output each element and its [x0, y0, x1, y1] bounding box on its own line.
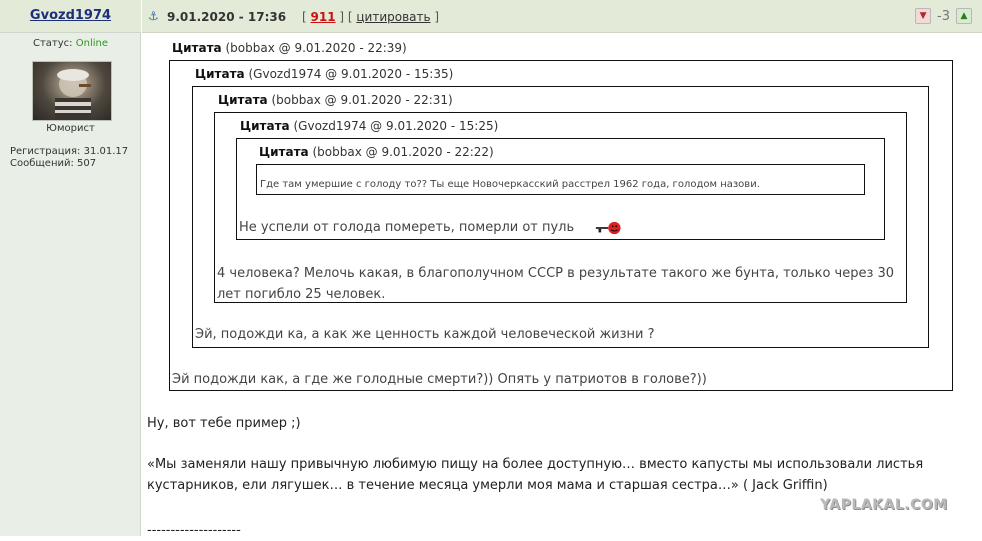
author-name-link[interactable]: Gvozd1974	[0, 8, 141, 23]
post-number-link[interactable]: 911	[311, 10, 336, 24]
rating-controls: ▼ -3 ▲	[915, 7, 972, 25]
avatar[interactable]	[32, 61, 112, 121]
thumb-up-icon[interactable]: ▲	[956, 8, 972, 24]
number-bracket-open: [	[302, 10, 311, 24]
rating-value: -3	[937, 8, 950, 24]
quote-1-text: Эй подожди как, а где же голодные смерти…	[172, 372, 707, 387]
quote-5-header: Цитата (bobbax @ 9.01.2020 - 22:22)	[259, 145, 494, 159]
shooting-smiley-icon	[595, 221, 621, 235]
quote-3-meta: (bobbax @ 9.01.2020 - 22:31)	[271, 93, 453, 107]
quote-5-text: Где там умершие с голоду то?? Ты еще Нов…	[260, 179, 760, 190]
quote-4-meta: (Gvozd1974 @ 9.01.2020 - 15:25)	[293, 119, 499, 133]
user-status: Статус: Online	[0, 38, 141, 49]
quote-bracket-close: ]	[430, 10, 440, 24]
site-watermark: YAPLAKAL.COM	[820, 497, 948, 513]
quote-2-header: Цитата (Gvozd1974 @ 9.01.2020 - 15:35)	[195, 67, 453, 81]
user-title: Юморист	[46, 123, 95, 134]
quote-3-text-line-1: 4 человека? Мелочь какая, в благополучно…	[217, 266, 895, 281]
quote-2-label: Цитата	[195, 67, 245, 81]
body-line-2: «Мы заменяли нашу привычную любимую пищу…	[147, 457, 924, 472]
quote-bracket-open: [	[344, 10, 357, 24]
body-line-1: Ну, вот тебе пример ;)	[147, 416, 301, 431]
post-content: Цитата (bobbax @ 9.01.2020 - 22:39) Цита…	[142, 34, 982, 538]
quote-button[interactable]: цитировать	[356, 10, 430, 24]
quote-4-header: Цитата (Gvozd1974 @ 9.01.2020 - 15:25)	[240, 119, 498, 133]
quote-3-text-line-2: лет погибло 25 человек.	[217, 287, 386, 302]
post-header: ⚓ 9.01.2020 - 17:36 [ 911 ] [ цитировать…	[142, 0, 982, 33]
anchor-icon[interactable]: ⚓	[148, 9, 159, 23]
author-cell: Gvozd1974	[0, 0, 141, 33]
post-count: Сообщений: 507	[10, 158, 97, 169]
post-links: [ 911 ] [ цитировать ]	[302, 10, 439, 24]
status-online: Online	[75, 38, 108, 49]
body-line-3: кустарников, ели лягушек… в течение меся…	[147, 478, 828, 493]
post-date: 9.01.2020 - 17:36	[167, 10, 287, 24]
body-quote-text: «Мы заменяли нашу привычную любимую пищу…	[147, 454, 923, 496]
quote-5-label: Цитата	[259, 145, 309, 159]
status-label: Статус:	[33, 38, 73, 49]
registration-date: Регистрация: 31.01.17	[10, 146, 129, 157]
quote-2-meta: (Gvozd1974 @ 9.01.2020 - 15:35)	[248, 67, 454, 81]
quote-1-label: Цитата	[172, 41, 222, 55]
quote-5-meta: (bobbax @ 9.01.2020 - 22:22)	[312, 145, 494, 159]
thumb-down-icon[interactable]: ▼	[915, 8, 932, 24]
quote-4-label: Цитата	[240, 119, 290, 133]
number-bracket-close: ]	[335, 10, 345, 24]
quote-1-meta: (bobbax @ 9.01.2020 - 22:39)	[225, 41, 407, 55]
quote-5-box: Где там умершие с голоду то?? Ты еще Нов…	[256, 164, 865, 195]
quote-3-text: 4 человека? Мелочь какая, в благополучно…	[217, 263, 894, 305]
quote-3-header: Цитата (bobbax @ 9.01.2020 - 22:31)	[218, 93, 453, 107]
user-sidebar: Gvozd1974 Статус: Online Юморист Регистр…	[0, 0, 141, 536]
body-separator: --------------------	[147, 523, 241, 538]
quote-4-text: Не успели от голода помереть, померли от…	[239, 220, 575, 235]
quote-2-text: Эй, подожди ка, а как же ценность каждой…	[195, 327, 655, 342]
quote-1-header: Цитата (bobbax @ 9.01.2020 - 22:39)	[172, 41, 407, 55]
quote-3-label: Цитата	[218, 93, 268, 107]
